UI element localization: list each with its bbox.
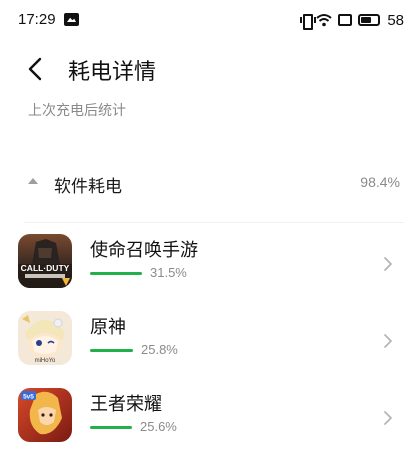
usage-bar-fill [90,426,132,429]
gallery-notification-icon [64,13,79,26]
page-subtitle: 上次充电后统计 [28,103,126,119]
usage-bar-fill [90,272,142,275]
list-item[interactable]: CALL·DUTY 使命召唤手游 31.5% [0,230,418,307]
chevron-right-icon [384,257,392,271]
software-usage-section-toggle[interactable]: 软件耗电 98.4% [0,164,418,204]
honor-of-kings-app-icon: 5v5 [18,388,72,442]
status-time: 17:29 [18,11,56,28]
back-button[interactable] [24,56,48,82]
wifi-icon [316,14,332,27]
section-label: 软件耗电 [54,177,122,197]
divider [24,222,404,223]
status-icons: 58 [300,10,404,30]
app-name: 原神 [90,317,126,338]
app-name: 使命召唤手游 [90,240,198,261]
chevron-right-icon [384,411,392,425]
usage-percent: 25.8% [141,342,178,357]
call-of-duty-app-icon: CALL·DUTY [18,234,72,288]
status-bar: 17:29 58 [0,0,418,40]
app-list: CALL·DUTY 使命召唤手游 31.5% miHoYo 原神 25.8% 5… [0,230,418,459]
sim-icon [338,14,353,26]
chevron-right-icon [384,334,392,348]
usage-bar-fill [90,349,133,352]
battery-icon [358,14,381,26]
section-total-percent: 98.4% [360,174,400,190]
svg-text:5v5: 5v5 [23,394,34,401]
triangle-up-icon [28,178,38,184]
list-item[interactable]: miHoYo 原神 25.8% [0,307,418,384]
chevron-left-icon [28,57,42,81]
page-title: 耗电详情 [68,60,157,85]
svg-text:miHoYo: miHoYo [35,358,56,364]
usage-percent: 31.5% [150,265,187,280]
battery-level: 58 [387,11,404,29]
usage-percent: 25.6% [140,419,177,434]
svg-text:CALL·DUTY: CALL·DUTY [21,263,70,273]
genshin-impact-app-icon: miHoYo [18,311,72,365]
list-item[interactable]: 5v5 王者荣耀 25.6% [0,384,418,459]
app-name: 王者荣耀 [90,394,162,415]
vibrate-icon [300,13,317,30]
